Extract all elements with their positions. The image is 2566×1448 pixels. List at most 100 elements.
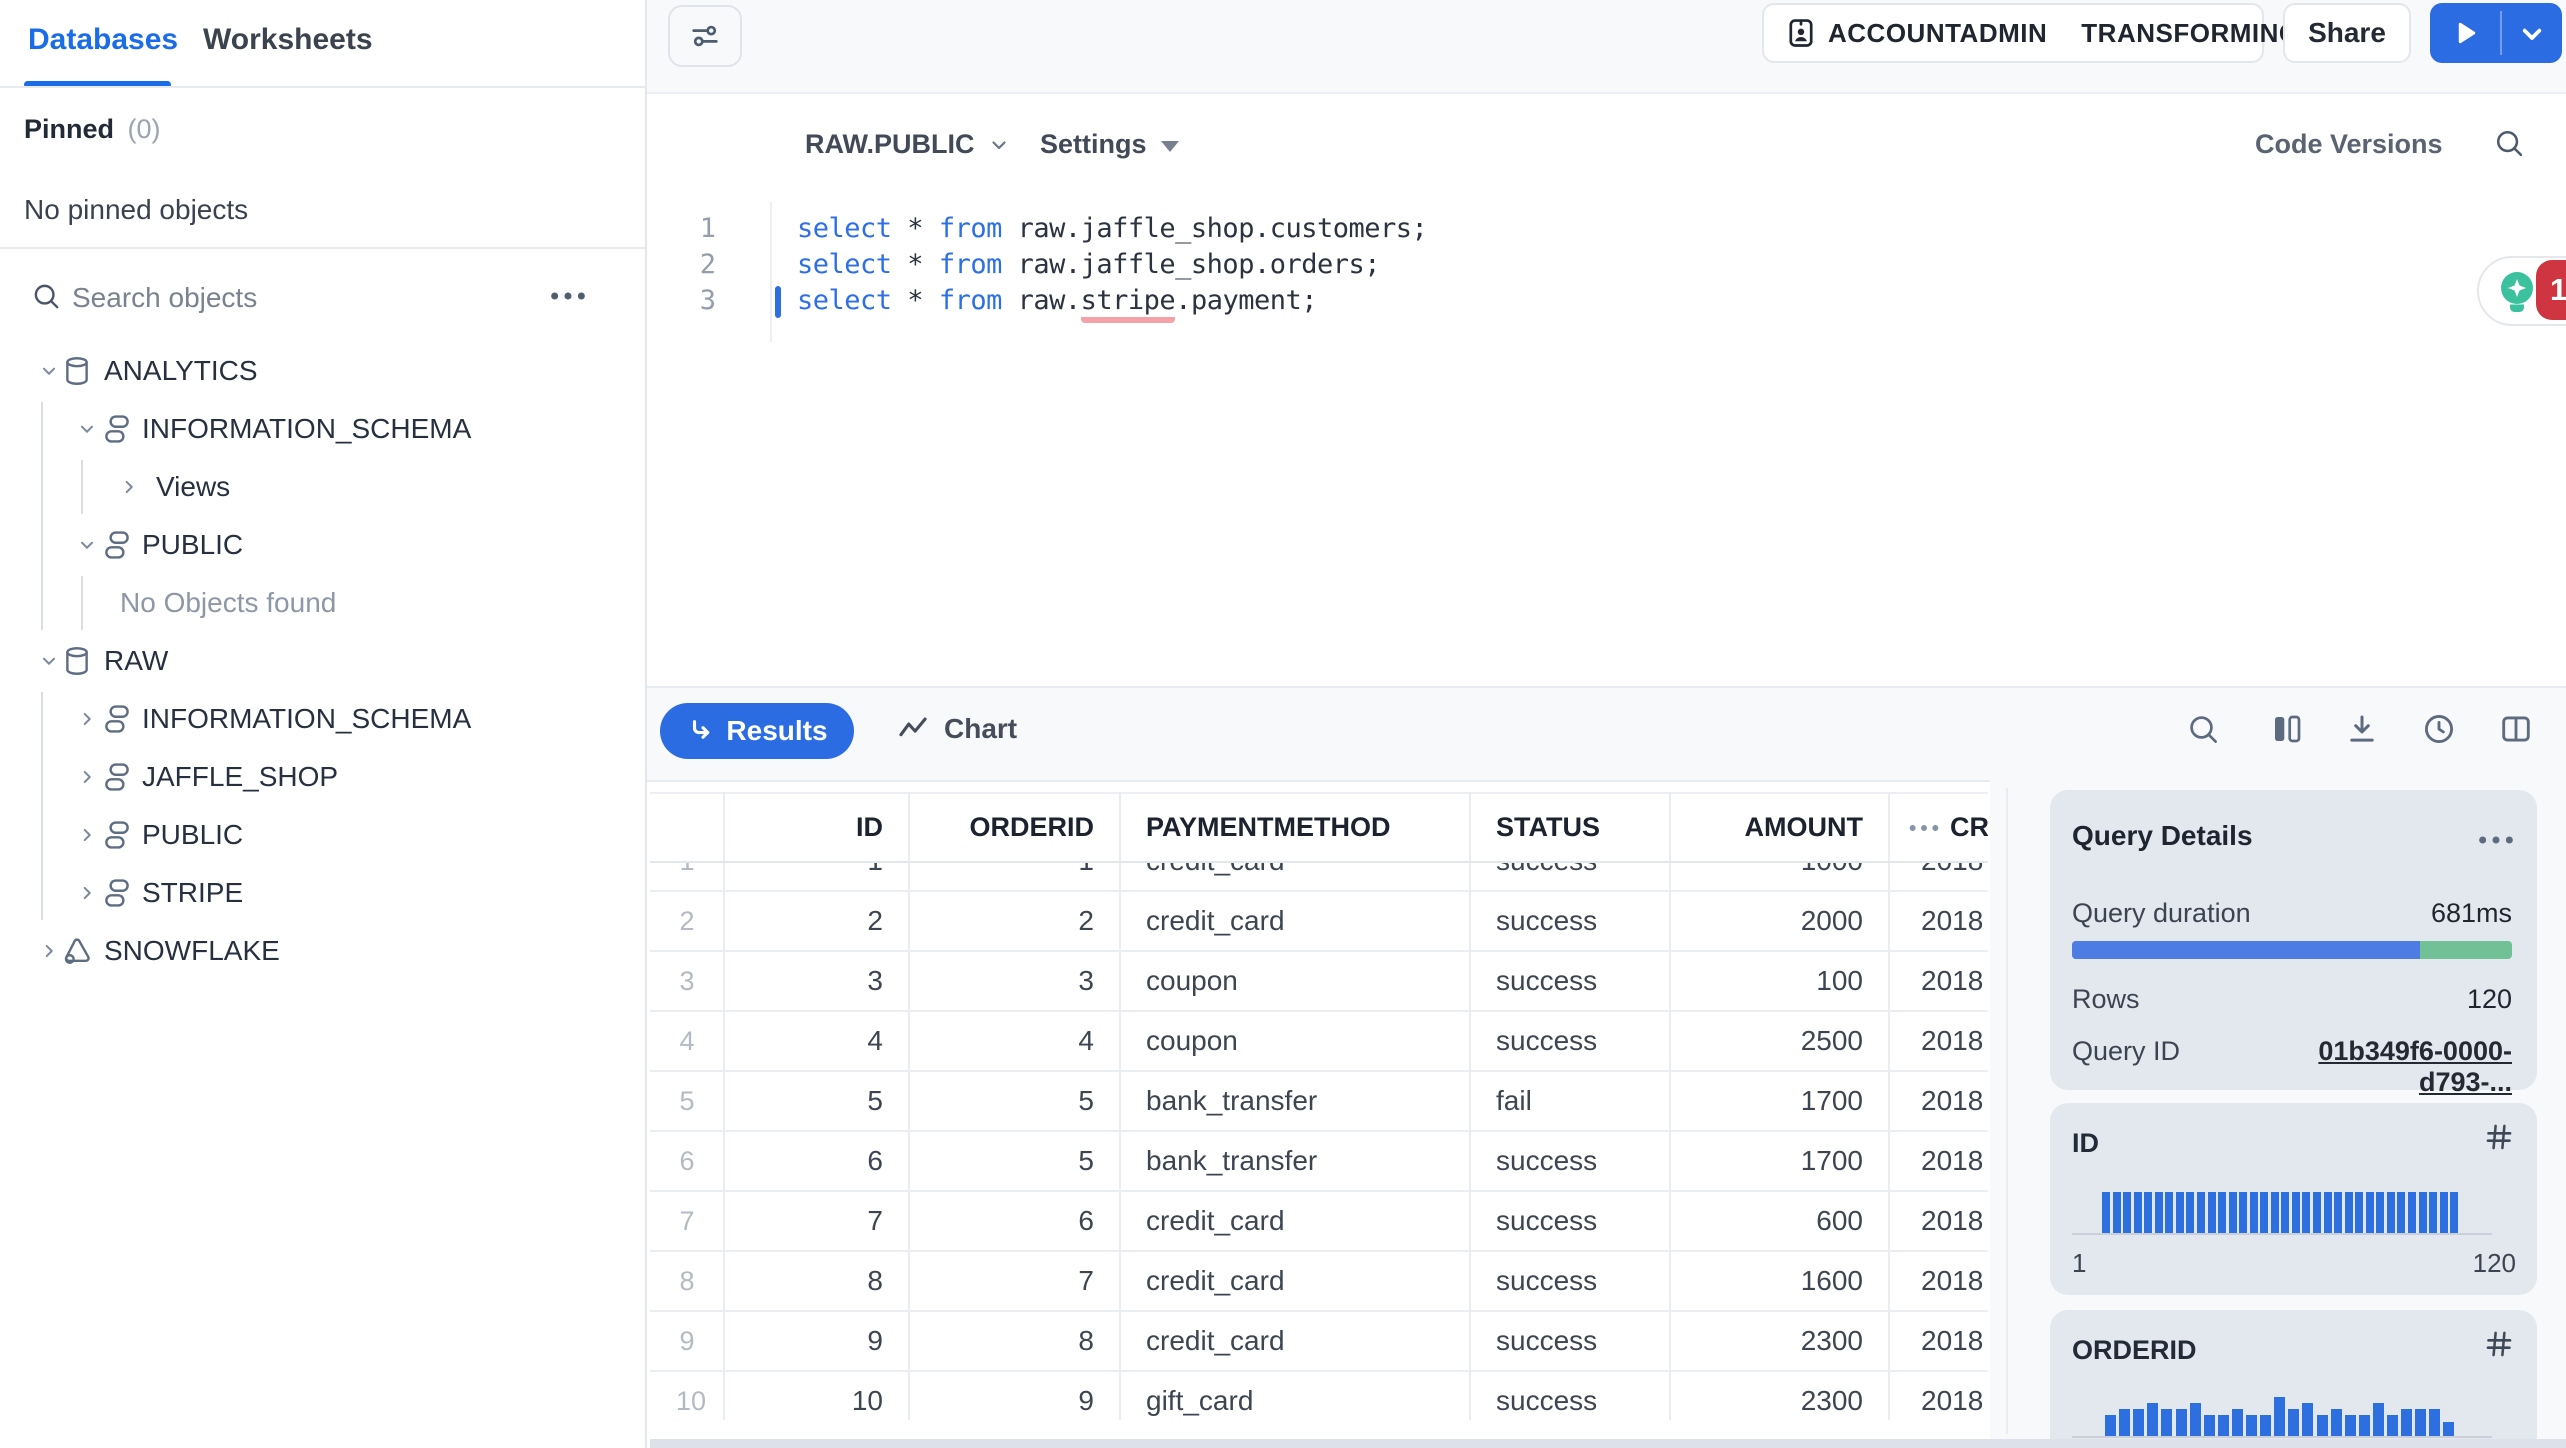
tree-item-jaffle-shop[interactable]: JAFFLE_SHOP — [0, 748, 645, 806]
tree-item-stripe[interactable]: STRIPE — [0, 864, 645, 922]
tree-item-public[interactable]: PUBLIC — [0, 806, 645, 864]
results-history-icon[interactable] — [2421, 711, 2457, 747]
chevron-right-icon[interactable] — [76, 708, 98, 730]
column-menu-icon[interactable] — [1907, 816, 1941, 840]
table-row[interactable]: 4 4 4 coupon success 2500 2018 — [650, 1012, 1988, 1072]
table-row[interactable]: 111credit_cardsuccess10002018 — [650, 863, 1988, 892]
chevron-right-icon[interactable] — [76, 824, 98, 846]
run-play-icon[interactable] — [2448, 16, 2482, 50]
results-columns-icon[interactable] — [2269, 711, 2305, 747]
table-cell: bank_transfer — [1146, 1085, 1318, 1116]
table-header-row: IDORDERIDPAYMENTMETHODSTATUSAMOUNT CREATE… — [650, 792, 1988, 863]
table-cell: 7 — [867, 1205, 883, 1236]
chevron-down-icon[interactable] — [38, 360, 60, 382]
role-badge-icon — [1784, 16, 1818, 50]
tree-item-public[interactable]: PUBLIC — [0, 516, 645, 574]
line-number: 2 — [699, 249, 716, 280]
table-cell: credit_card — [1146, 1205, 1285, 1236]
table-row-content: 7 7 6 credit_card success 600 2018 — [650, 1192, 1988, 1250]
query-id-link[interactable]: 01b349f6-0000-d793-... — [2232, 1036, 2512, 1098]
tree-item-label: Views — [156, 471, 231, 502]
tree-item-information-schema[interactable]: INFORMATION_SCHEMA — [0, 400, 645, 458]
tab-chart[interactable]: Chart — [896, 712, 1017, 746]
horizontal-scrollbar-track[interactable] — [650, 1439, 2566, 1448]
results-split-panel-icon[interactable] — [2498, 711, 2534, 747]
table-row[interactable]: 3 3 3 coupon success 100 2018 — [650, 952, 1988, 1012]
code-line-2[interactable]: select * from raw.jaffle_shop.orders; — [797, 247, 1381, 283]
table-cell: success — [1470, 863, 1670, 890]
table-cell: 9 — [867, 1325, 883, 1356]
database-context-dropdown[interactable]: RAW.PUBLIC — [805, 129, 1011, 160]
table-cell: 1000 — [1670, 863, 1889, 890]
table-cell: 6 — [1078, 1205, 1094, 1236]
table-cell: 4 — [1078, 1025, 1094, 1056]
table-cell: gift_card — [1146, 1385, 1254, 1416]
chevron-right-icon[interactable] — [76, 882, 98, 904]
code-line-1[interactable]: select * from raw.jaffle_shop.customers; — [797, 211, 1428, 247]
table-cell: success — [1496, 1025, 1598, 1056]
table-row[interactable]: 5 5 5 bank_transfer fail 1700 2018 — [650, 1072, 1988, 1132]
sql-keyword: from — [938, 213, 1003, 244]
tree-item-information-schema[interactable]: INFORMATION_SCHEMA — [0, 690, 645, 748]
column-header-created[interactable]: CREATED — [1950, 792, 1988, 863]
histogram-bar — [2189, 1403, 2201, 1438]
tree-item-no-objects-found: No Objects found — [0, 574, 645, 632]
results-search-icon[interactable] — [2185, 711, 2221, 747]
chevron-down-icon[interactable] — [38, 650, 60, 672]
tree-item-analytics[interactable]: ANALYTICS — [0, 342, 645, 400]
table-row[interactable]: 9 9 8 credit_card success 2300 2018 — [650, 1312, 1988, 1372]
chevron-down-icon[interactable] — [76, 418, 98, 440]
table-row[interactable]: 7 7 6 credit_card success 600 2018 — [650, 1192, 1988, 1252]
tree-item-raw[interactable]: RAW — [0, 632, 645, 690]
chevron-right-icon[interactable] — [76, 766, 98, 788]
run-dropdown-chevron-icon[interactable] — [2516, 18, 2548, 50]
orderid-numeric-type-icon — [2482, 1327, 2516, 1361]
code-versions-link[interactable]: Code Versions — [2255, 129, 2443, 160]
code-line-3[interactable]: select * from raw.stripe.payment; — [797, 283, 1317, 323]
chevron-right-icon[interactable] — [38, 940, 60, 962]
text-cursor — [775, 286, 781, 318]
chevron-down-icon[interactable] — [76, 534, 98, 556]
table-row[interactable]: 2 2 2 credit_card success 2000 2018 — [650, 892, 1988, 952]
worksheet-filters-button[interactable] — [668, 5, 742, 67]
row-number-cell: 8 — [679, 1266, 695, 1296]
table-row[interactable]: 10 10 9 gift_card success 2300 2018 — [650, 1372, 1988, 1424]
column-header-rownum[interactable] — [650, 792, 724, 863]
chevron-down-icon — [987, 133, 1011, 157]
query-details-menu-icon[interactable] — [2476, 826, 2516, 854]
column-header-amount[interactable]: AMOUNT — [1670, 792, 1889, 863]
column-header-paymentmethod[interactable]: PAYMENTMETHOD — [1120, 792, 1470, 863]
sql-text: * — [891, 213, 939, 244]
histogram-bar — [2133, 1192, 2142, 1234]
results-scrollbar-track[interactable] — [2006, 788, 2008, 1434]
chevron-right-icon[interactable] — [118, 476, 140, 498]
table-cell: success — [1496, 1385, 1598, 1416]
sql-text: raw. — [1001, 285, 1082, 316]
results-download-icon[interactable] — [2344, 711, 2380, 747]
table-row[interactable]: 8 8 7 credit_card success 1600 2018 — [650, 1252, 1988, 1312]
context-role-selector[interactable]: ACCOUNTADMIN TRANSFORMING — [1762, 3, 2299, 63]
tree-item-views[interactable]: Views — [0, 458, 645, 516]
histogram-bar — [2387, 1415, 2398, 1438]
settings-dropdown[interactable]: Settings — [1040, 129, 1179, 160]
histogram-bar — [2175, 1409, 2187, 1438]
editor-search-icon[interactable] — [2492, 126, 2526, 160]
histogram-bar — [2386, 1192, 2395, 1234]
column-header-orderid[interactable]: ORDERID — [909, 792, 1120, 863]
table-cell: success — [1496, 1325, 1598, 1356]
sql-error-token: stripe — [1080, 285, 1176, 323]
table-cell: credit_card — [1146, 1265, 1285, 1296]
histogram-bar — [2358, 1415, 2370, 1438]
column-header-id[interactable]: ID — [724, 792, 909, 863]
share-button[interactable]: Share — [2283, 3, 2411, 63]
table-row[interactable]: 6 6 5 bank_transfer success 1700 2018 — [650, 1132, 1988, 1192]
histogram-bar — [2105, 1415, 2116, 1438]
assistant-hint-pill[interactable]: 1 — [2477, 256, 2566, 326]
histogram-bar — [2154, 1192, 2163, 1234]
column-header-status[interactable]: STATUS — [1470, 792, 1670, 863]
tab-results[interactable]: Results — [660, 703, 854, 759]
tree-item-snowflake[interactable]: SNOWFLAKE — [0, 922, 645, 980]
id-min-label: 1 — [2072, 1248, 2087, 1278]
run-button[interactable] — [2430, 3, 2562, 63]
tree-item-label: ANALYTICS — [104, 355, 258, 386]
